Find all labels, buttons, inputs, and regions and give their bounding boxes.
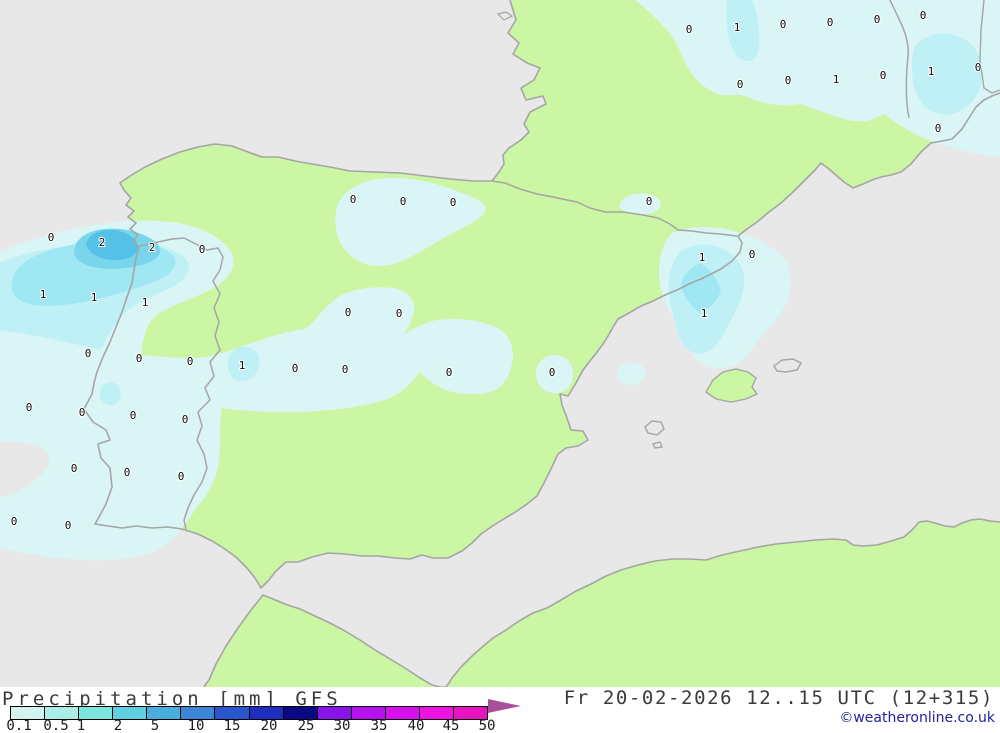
- precip-value-label: 1: [701, 307, 708, 320]
- precip-value-label: 0: [780, 18, 787, 31]
- precip-value-label: 1: [833, 73, 840, 86]
- precip-value-label: 1: [928, 65, 935, 78]
- colorbar-tick-0.5: 0.5: [43, 718, 69, 733]
- precip-value-label: 0: [874, 13, 881, 26]
- precip-value-label: 1: [734, 21, 741, 34]
- colorbar-tick-40: 40: [407, 718, 425, 733]
- precip-value-label: 0: [342, 363, 349, 376]
- precip-value-label: 1: [91, 291, 98, 304]
- precip-value-label: 0: [400, 195, 407, 208]
- precip-value-label: 0: [686, 23, 693, 36]
- precip-value-label: 0: [646, 195, 653, 208]
- precip-value-label: 0: [446, 366, 453, 379]
- precip-value-label: 0: [130, 409, 137, 422]
- precip-value-label: 0: [345, 306, 352, 319]
- colorbar-tick-35: 35: [370, 718, 388, 733]
- precip-value-label: 0: [11, 515, 18, 528]
- precip-value-label: 0: [79, 406, 86, 419]
- colorbar-tick-0.1: 0.1: [6, 718, 32, 733]
- colorbar-tick-1: 1: [76, 718, 86, 733]
- precip-value-label: 0: [48, 231, 55, 244]
- precipitation-map: 0 1 0 0 0 0 0 0 1 0 1 0 0 0 0 0 0 0 2 2 0 1 1 1 0 0 0 0 0 1 0 0 0 0 1 0 1 0 0 0…: [0, 0, 1000, 687]
- precip-value-label: 0: [124, 466, 131, 479]
- precip-value-label: 0: [785, 74, 792, 87]
- precip-value-label: 0: [749, 248, 756, 261]
- precip-value-label: 0: [178, 470, 185, 483]
- precip-value-label: 1: [142, 296, 149, 309]
- precip-value-label: 0: [26, 401, 33, 414]
- precip-value-label: 0: [136, 352, 143, 365]
- colorbar-tick-45: 45: [442, 718, 460, 733]
- colorbar-tick-25: 25: [297, 718, 315, 733]
- precip-value-label: 1: [40, 288, 47, 301]
- copyright-link[interactable]: ©weatheronline.co.uk: [839, 710, 995, 726]
- colorbar-overflow-arrow: [488, 699, 521, 713]
- precip-value-label: 1: [699, 251, 706, 264]
- precip-value-label: 0: [880, 69, 887, 82]
- precip-value-label: 0: [975, 61, 982, 74]
- precip-value-label: 0: [350, 193, 357, 206]
- forecast-datetime: Fr 20-02-2026 12..15 UTC (12+315): [563, 687, 994, 709]
- colorbar-tick-30: 30: [333, 718, 351, 733]
- precip-value-label: 1: [239, 359, 246, 372]
- precip-value-label: 0: [827, 16, 834, 29]
- colorbar-tick-5: 5: [150, 718, 160, 733]
- island-formentera: [651, 441, 663, 449]
- colorbar-tick-2: 2: [113, 718, 123, 733]
- precip-value-label: 2: [149, 241, 156, 254]
- weather-map-page: 0100000010100000002201110000010000101000…: [0, 0, 1000, 733]
- precip-value-label: 0: [935, 122, 942, 135]
- precip-value-label: 0: [199, 243, 206, 256]
- precip-value-label: 0: [737, 78, 744, 91]
- precip-value-label: 0: [549, 366, 556, 379]
- colorbar-tick-10: 10: [187, 718, 205, 733]
- precip-value-label: 0: [396, 307, 403, 320]
- precip-value-label: 2: [99, 236, 106, 249]
- precip-value-label: 0: [187, 355, 194, 368]
- colorbar-tick-20: 20: [260, 718, 278, 733]
- colorbar-tick-50: 50: [478, 718, 496, 733]
- precip-value-label: 0: [292, 362, 299, 375]
- precip-value-label: 0: [450, 196, 457, 209]
- precip-value-label: 0: [65, 519, 72, 532]
- precip-value-label: 0: [71, 462, 78, 475]
- colorbar-tick-15: 15: [223, 718, 241, 733]
- precip-value-label: 0: [920, 9, 927, 22]
- precip-value-label: 0: [182, 413, 189, 426]
- precip-value-label: 0: [85, 347, 92, 360]
